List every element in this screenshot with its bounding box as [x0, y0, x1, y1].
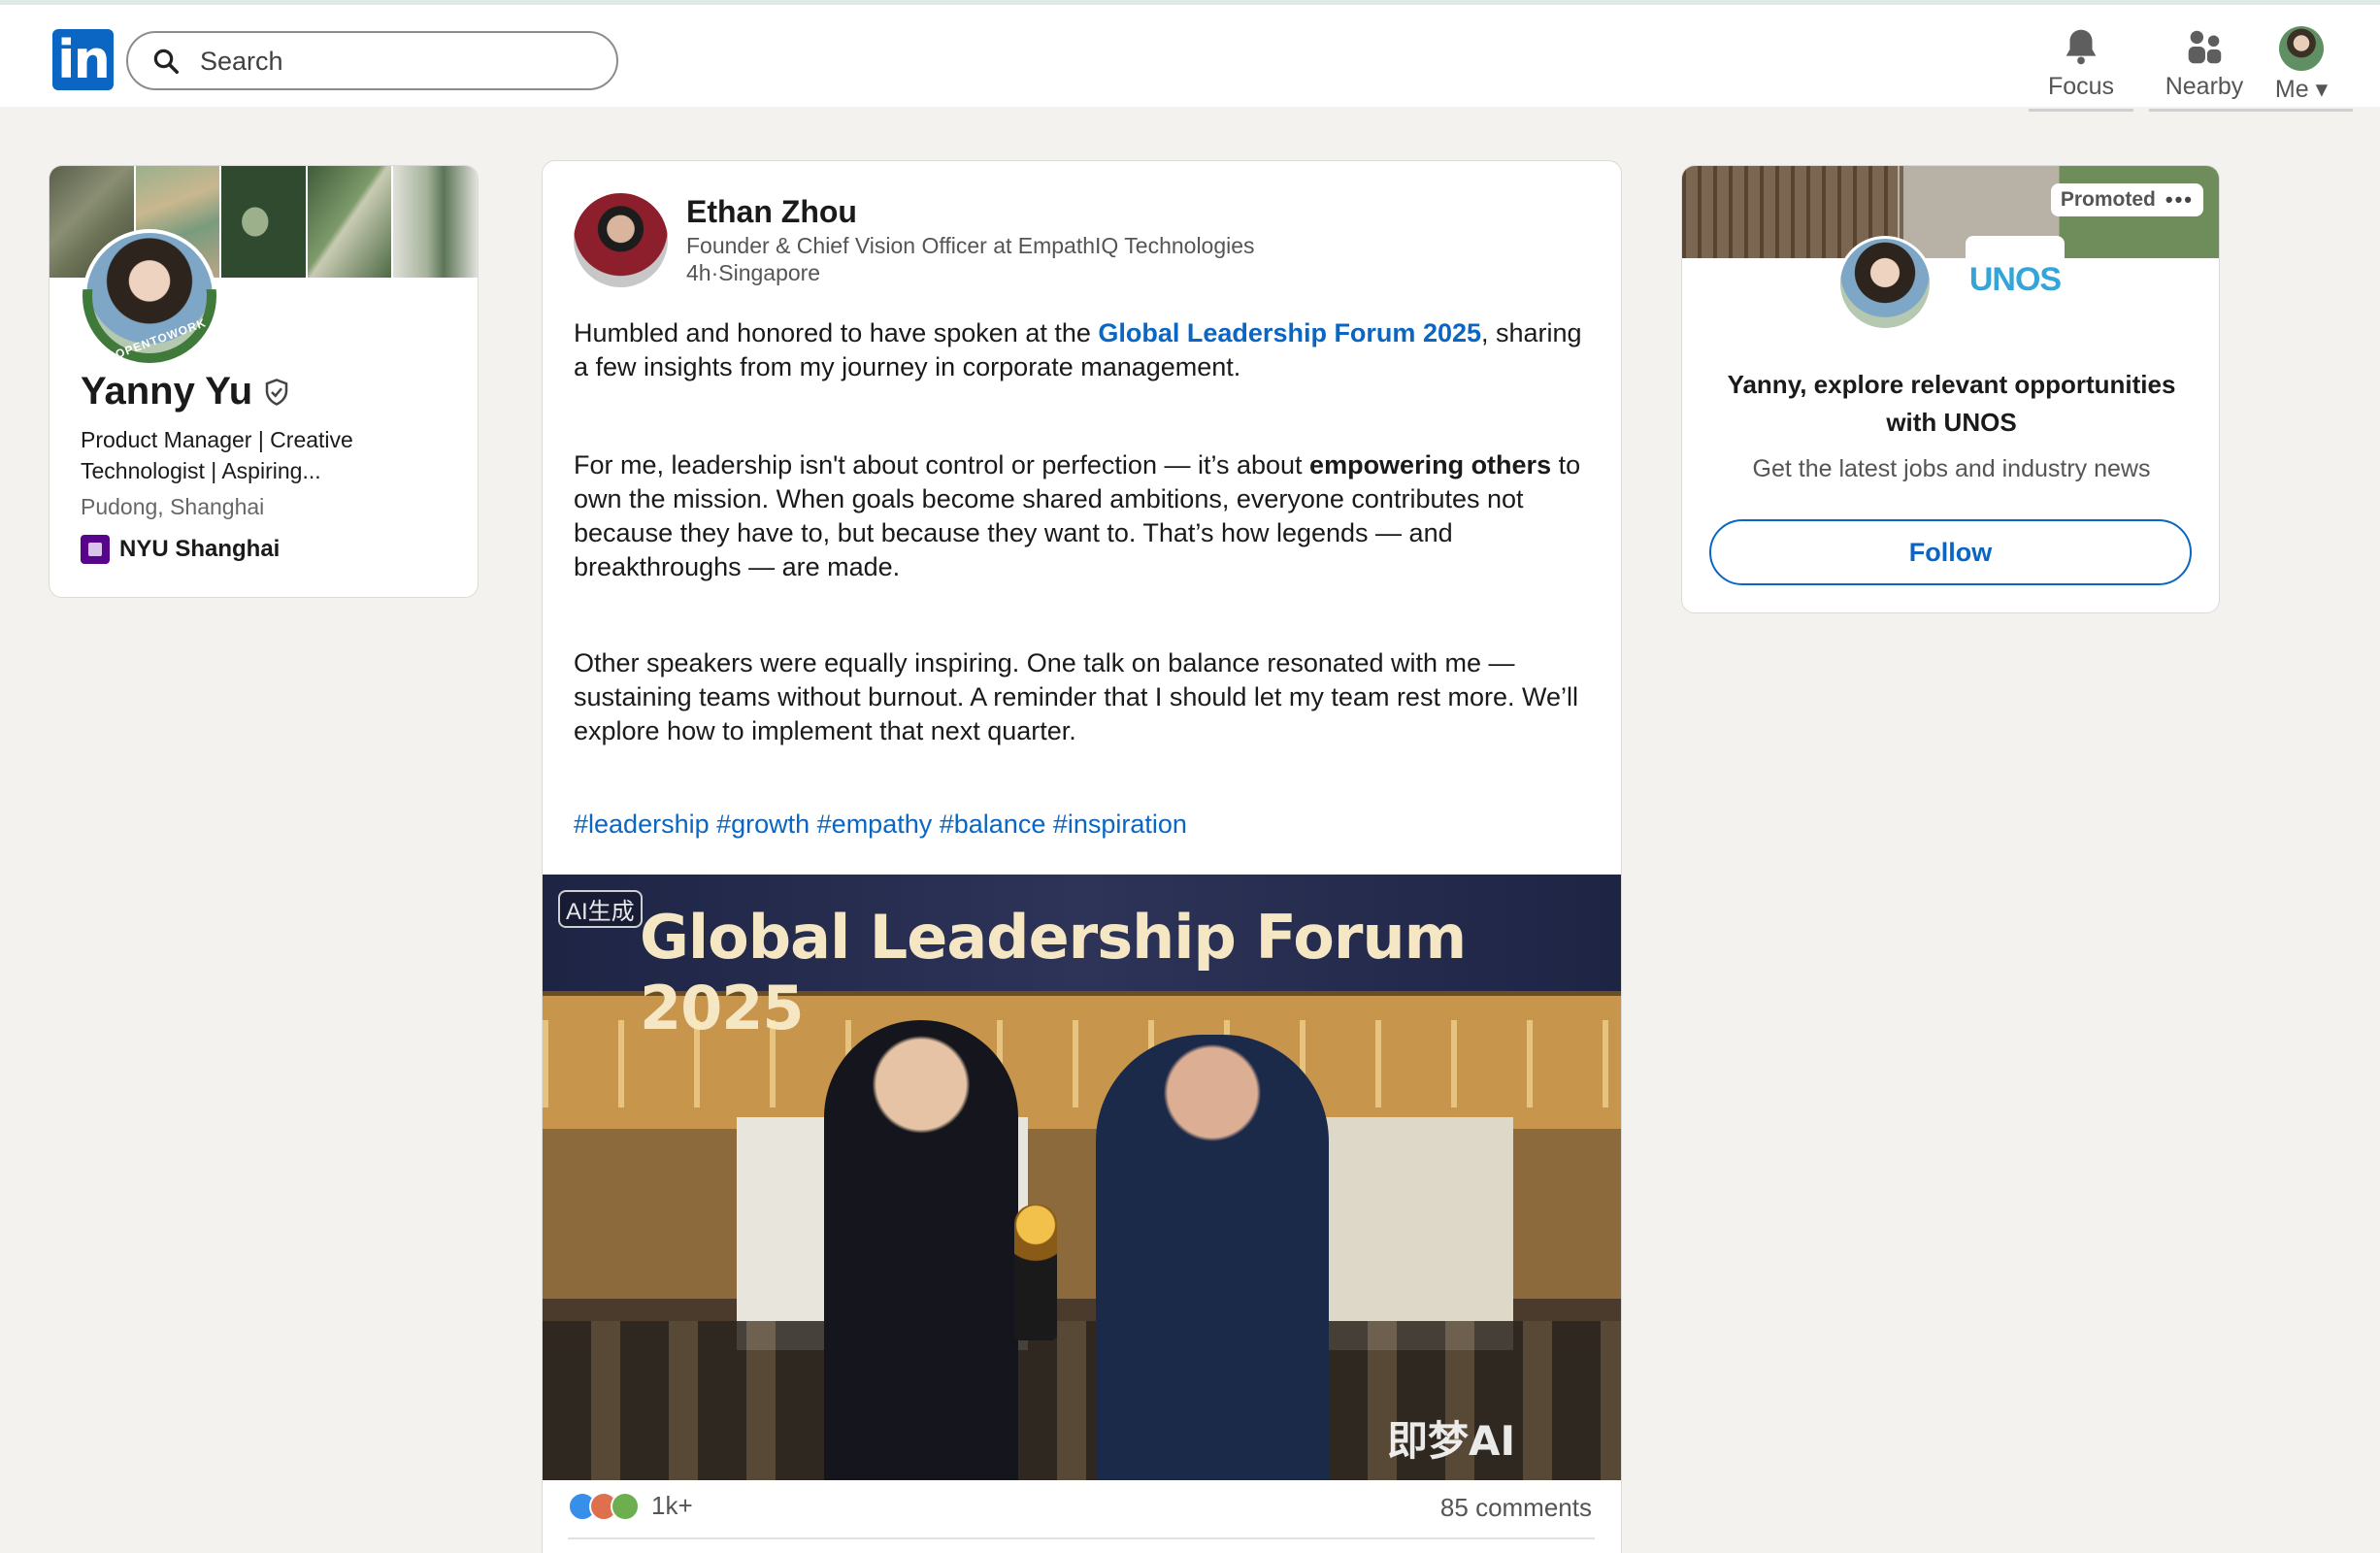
avatar-icon	[2279, 26, 2324, 71]
author-title: Founder & Chief Vision Officer at Empath…	[686, 233, 1255, 258]
stage-lights	[543, 1020, 1621, 1107]
search-placeholder: Search	[200, 47, 283, 76]
post-timestamp: 4h·Singapore	[686, 260, 821, 285]
profile-headline: Product Manager | Creative Technologist …	[81, 427, 353, 483]
bell-icon	[2066, 29, 2097, 65]
search-input[interactable]: Search	[126, 31, 618, 90]
trophy-icon	[1014, 1205, 1057, 1340]
top-navigation-bar: in Search Focus Nearby Me ▾	[0, 0, 2380, 112]
nav-me[interactable]: Me ▾	[2250, 24, 2353, 112]
nav-nearby-label: Nearby	[2165, 73, 2244, 100]
people-icon	[2188, 30, 2222, 64]
person-right	[1096, 1035, 1329, 1480]
person-left	[824, 1020, 1018, 1480]
verified-shield-icon	[265, 378, 288, 406]
post-paragraph-2: For me, leadership isn't about control o…	[574, 450, 1581, 581]
forum-link[interactable]: Global Leadership Forum 2025	[1098, 318, 1481, 347]
nav-nearby[interactable]: Nearby	[2149, 24, 2260, 112]
nyu-logo-icon	[81, 535, 110, 564]
more-options-icon[interactable]: •••	[2165, 187, 2194, 213]
nav-focus[interactable]: Focus	[2029, 24, 2133, 112]
profile-name[interactable]: Yanny Yu	[81, 370, 291, 413]
chevron-down-icon: ▾	[2315, 76, 2329, 103]
ad-user-avatar	[1837, 236, 1933, 331]
ai-generated-tag: AI生成	[558, 890, 643, 928]
reaction-summary[interactable]: 1k+	[568, 1491, 693, 1521]
linkedin-logo[interactable]: in	[52, 29, 114, 90]
profile-card: #OPENTOWORK Yanny Yu Product Manager | C…	[49, 165, 479, 598]
post-image[interactable]: Global Leadership Forum 2025 AI生成 即梦AI	[543, 875, 1621, 1480]
post-paragraph-3: Other speakers were equally inspiring. O…	[574, 648, 1578, 745]
author-name[interactable]: Ethan Zhou	[686, 194, 857, 230]
unos-logo[interactable]: UNOS	[1966, 236, 2065, 323]
support-reaction-icon	[611, 1491, 640, 1521]
comments-count[interactable]: 85 comments	[1440, 1493, 1592, 1523]
follow-button[interactable]: Follow	[1709, 519, 2192, 585]
nav-focus-label: Focus	[2047, 73, 2115, 100]
profile-school[interactable]: NYU Shanghai	[81, 535, 280, 564]
promoted-label[interactable]: Promoted •••	[2050, 183, 2203, 216]
search-icon	[153, 49, 179, 74]
post-paragraph-1: Humbled and honored to have spoken at th…	[574, 318, 1582, 381]
watermark: 即梦AI	[1387, 1417, 1516, 1465]
promoted-ad-card: Promoted ••• UNOS Yanny, explore relevan…	[1681, 165, 2220, 613]
divider	[568, 1537, 1595, 1539]
post-hashtags[interactable]: #leadership #growth #empathy #balance #i…	[574, 810, 1187, 840]
reaction-count: 1k+	[651, 1491, 693, 1520]
profile-location: Pudong, Shanghai	[81, 494, 265, 519]
feed-post: Ethan Zhou Founder & Chief Vision Office…	[542, 160, 1622, 1553]
nav-me-label: Me ▾	[2274, 76, 2329, 103]
author-avatar[interactable]	[574, 193, 668, 287]
ad-subtext: Get the latest jobs and industry news	[1752, 455, 2151, 482]
ad-headline: Yanny, explore relevant opportunities wi…	[1727, 370, 2176, 437]
